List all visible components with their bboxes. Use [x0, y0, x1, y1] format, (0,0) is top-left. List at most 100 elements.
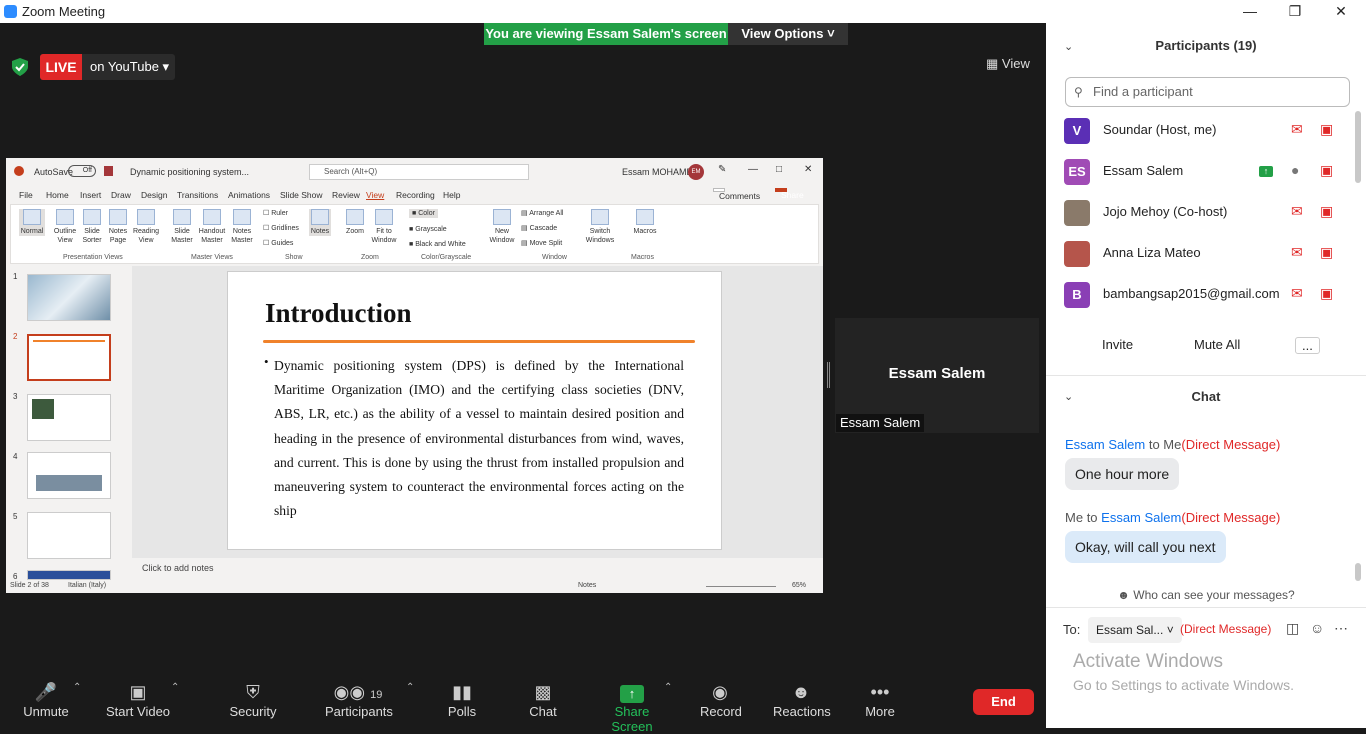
menu-home[interactable]: Home: [46, 190, 69, 200]
emoji-icon[interactable]: ☺: [1310, 620, 1324, 636]
notes-button[interactable]: Notes: [309, 209, 331, 236]
zoom-level[interactable]: 65%: [792, 582, 806, 589]
restore-button[interactable]: ❐: [1272, 0, 1318, 23]
muted-mic-icon[interactable]: ✉: [1291, 121, 1303, 138]
participants-button[interactable]: ◉◉ 19 Participants: [325, 680, 393, 719]
slide-thumbnail-6[interactable]: [27, 570, 111, 580]
muted-mic-icon[interactable]: ✉: [1291, 285, 1303, 302]
video-off-icon[interactable]: ▣: [1320, 244, 1333, 261]
view-button[interactable]: ▦ View: [986, 56, 1038, 76]
participants-more-button[interactable]: ...: [1295, 337, 1320, 354]
slide-thumbnail-1[interactable]: [27, 274, 111, 321]
ruler-checkbox[interactable]: ☐ Ruler: [263, 209, 288, 218]
share-screen-button[interactable]: ↑ Share Screen: [595, 680, 669, 734]
ppt-minimize-icon[interactable]: —: [748, 164, 758, 175]
menu-design[interactable]: Design: [141, 190, 167, 200]
video-options-chevron[interactable]: ⌃: [171, 682, 179, 693]
language[interactable]: Italian (Italy): [68, 582, 106, 589]
save-icon[interactable]: [104, 166, 113, 176]
menu-recording[interactable]: Recording: [396, 190, 435, 200]
grayscale-button[interactable]: ■ Grayscale: [409, 225, 447, 234]
menu-insert[interactable]: Insert: [80, 190, 101, 200]
menu-review[interactable]: Review: [332, 190, 360, 200]
video-off-icon[interactable]: ▣: [1320, 121, 1333, 138]
slide-sorter-button[interactable]: Slide Sorter: [80, 209, 104, 245]
menu-draw[interactable]: Draw: [111, 190, 131, 200]
notes-master-button[interactable]: Notes Master: [229, 209, 255, 245]
ppt-restore-icon[interactable]: □: [776, 164, 782, 175]
guides-checkbox[interactable]: ☐ Guides: [263, 239, 293, 248]
notes-placeholder[interactable]: Click to add notes: [142, 563, 214, 573]
black-and-white-button[interactable]: ■ Black and White: [409, 240, 466, 249]
participant-row[interactable]: Jojo Mehoy (Co-host) ✉ ▣: [1064, 198, 1354, 228]
invite-button[interactable]: Invite: [1102, 337, 1133, 352]
normal-view-button[interactable]: Normal: [19, 209, 45, 236]
participant-row[interactable]: B bambangsap2015@gmail.com ✉ ▣: [1064, 280, 1354, 310]
chat-button[interactable]: ▩ Chat: [525, 680, 561, 719]
muted-mic-icon[interactable]: ✉: [1291, 203, 1303, 220]
polls-button[interactable]: ▮▮ Polls: [444, 680, 480, 719]
menu-slide-show[interactable]: Slide Show: [280, 190, 323, 200]
participant-search-input[interactable]: ⚲ Find a participant: [1065, 77, 1350, 107]
gridlines-checkbox[interactable]: ☐ Gridlines: [263, 224, 299, 233]
slide-thumbnail-3[interactable]: [27, 394, 111, 441]
who-can-see-link[interactable]: ☻ Who can see your messages?: [1046, 588, 1366, 602]
zoom-button[interactable]: Zoom: [343, 209, 367, 236]
participants-scrollbar[interactable]: [1355, 111, 1361, 183]
participant-row[interactable]: ES Essam Salem ↑ ● ▣: [1064, 157, 1354, 187]
ppt-user-avatar[interactable]: EM: [688, 164, 704, 180]
audio-options-chevron[interactable]: ⌃: [73, 682, 81, 693]
status-notes-button[interactable]: Notes: [578, 582, 596, 589]
participants-options-chevron[interactable]: ⌃: [406, 682, 414, 693]
live-streaming-button[interactable]: LIVE on YouTube ▾: [40, 54, 175, 80]
notes-page-button[interactable]: Notes Page: [106, 209, 130, 245]
cascade-button[interactable]: ▤ Cascade: [521, 224, 557, 233]
file-icon[interactable]: ◫: [1286, 620, 1299, 637]
switch-windows-button[interactable]: Switch Windows: [582, 209, 618, 245]
video-off-icon[interactable]: ▣: [1320, 285, 1333, 302]
reading-view-button[interactable]: Reading View: [131, 209, 161, 245]
pen-icon[interactable]: ✎: [718, 164, 726, 175]
ppt-close-icon[interactable]: ✕: [804, 164, 812, 175]
menu-transitions[interactable]: Transitions: [177, 190, 218, 200]
slide-thumbnail-2[interactable]: [27, 334, 111, 381]
slide-thumbnail-5[interactable]: [27, 512, 111, 559]
mic-icon[interactable]: ●: [1291, 162, 1299, 178]
arrange-all-button[interactable]: ▤ Arrange All: [521, 209, 563, 218]
end-meeting-button[interactable]: End: [973, 689, 1034, 715]
new-window-button[interactable]: New Window: [489, 209, 515, 245]
fit-to-window-button[interactable]: Fit to Window: [370, 209, 398, 245]
slide-master-button[interactable]: Slide Master: [169, 209, 195, 245]
macros-button[interactable]: Macros: [631, 209, 659, 236]
mute-all-button[interactable]: Mute All: [1194, 337, 1240, 352]
comments-button[interactable]: Comments: [713, 188, 760, 201]
splitter-handle[interactable]: [827, 362, 830, 388]
handout-master-button[interactable]: Handout Master: [197, 209, 227, 245]
muted-mic-icon[interactable]: ✉: [1291, 244, 1303, 261]
speaker-video-tile[interactable]: Essam Salem Essam Salem: [835, 318, 1039, 433]
share-button[interactable]: Share: [775, 188, 804, 200]
menu-file[interactable]: File: [19, 190, 33, 200]
unmute-button[interactable]: 🎤 Unmute: [22, 680, 70, 719]
file-name[interactable]: Dynamic positioning system...: [130, 167, 249, 177]
view-options-button[interactable]: View Options ˅: [728, 23, 848, 45]
video-off-icon[interactable]: ▣: [1320, 162, 1333, 179]
chat-more-icon[interactable]: ⋯: [1334, 620, 1348, 637]
recipient-dropdown[interactable]: Essam Sal... ˅: [1088, 617, 1182, 643]
zoom-slider[interactable]: [706, 586, 776, 587]
security-button[interactable]: ⛨ Security: [228, 680, 278, 719]
autosave-toggle[interactable]: Off: [68, 165, 96, 177]
reactions-button[interactable]: ☻ Reactions: [773, 680, 831, 719]
current-slide[interactable]: Introduction • Dynamic positioning syste…: [227, 271, 722, 550]
ppt-search-box[interactable]: Search (Alt+Q): [309, 164, 529, 180]
record-button[interactable]: ◉ Record: [700, 680, 742, 719]
encryption-shield-icon[interactable]: [12, 58, 28, 76]
move-split-button[interactable]: ▤ Move Split: [521, 239, 562, 248]
minimize-button[interactable]: —: [1227, 0, 1273, 23]
start-video-button[interactable]: ▣ Start Video: [104, 680, 172, 719]
close-button[interactable]: ✕: [1318, 0, 1364, 23]
chat-scrollbar[interactable]: [1355, 563, 1361, 581]
participant-row[interactable]: V Soundar (Host, me) ✉ ▣: [1064, 116, 1354, 146]
more-button[interactable]: ••• More: [862, 680, 898, 719]
menu-view[interactable]: View: [366, 190, 384, 200]
